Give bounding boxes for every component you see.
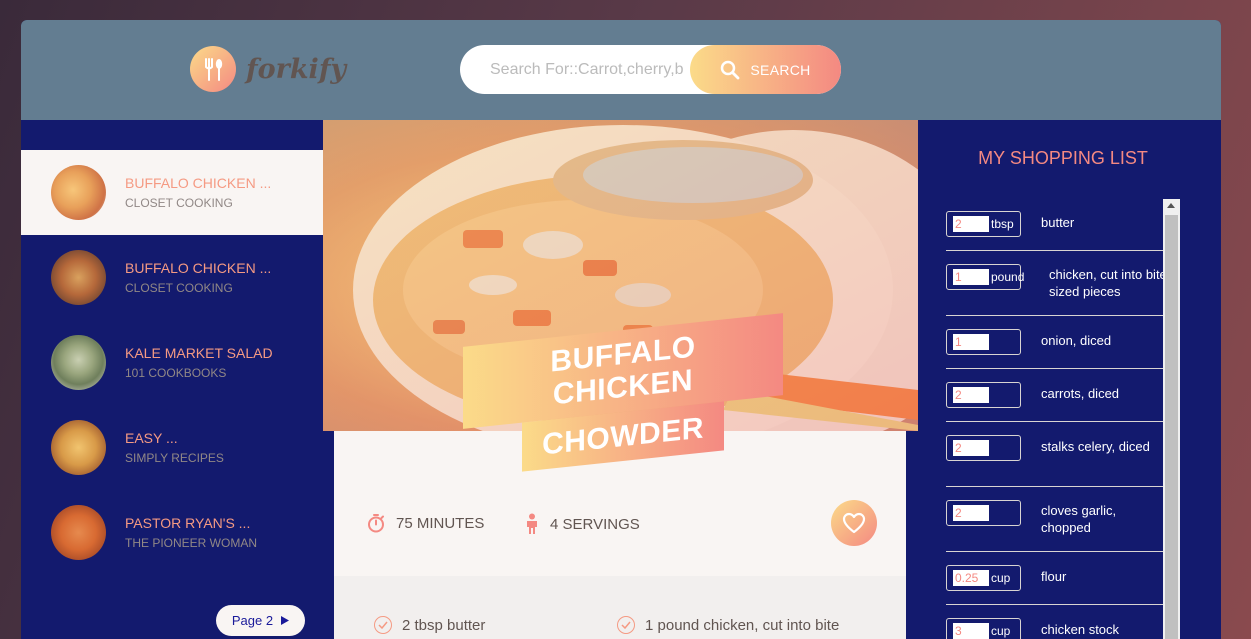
shopping-item: pound chicken, cut into bite sized piece… [946, 251, 1164, 316]
result-thumbnail [51, 420, 106, 475]
result-author: 101 COOKBOOKS [125, 366, 227, 380]
result-title: PASTOR RYAN'S ... [125, 515, 251, 531]
qty-box: pound [946, 264, 1025, 290]
result-author: CLOSET COOKING [125, 281, 233, 295]
shopping-item-desc: chicken, cut into bite sized pieces [1049, 267, 1164, 299]
qty-box: cup [946, 565, 1021, 591]
result-title: BUFFALO CHICKEN ... [125, 260, 272, 276]
shopping-item: stalks celery, diced [946, 422, 1164, 487]
result-thumbnail [51, 335, 106, 390]
recipe-panel: BUFFALO CHICKEN CHOWDER 75 MINUTES 4 SER… [323, 120, 918, 639]
ingredient-item: 2 tbsp butter [374, 616, 485, 634]
result-item[interactable]: PASTOR RYAN'S ... THE PIONEER WOMAN [21, 490, 323, 575]
result-author: CLOSET COOKING [125, 196, 233, 210]
recipe-servings-unit: SERVINGS [562, 515, 640, 533]
shopping-item-desc: cloves garlic, chopped [1041, 503, 1117, 535]
search-button-label: SEARCH [750, 61, 811, 78]
qty-input[interactable] [953, 505, 989, 521]
search-button[interactable]: SEARCH [690, 45, 841, 94]
result-title: KALE MARKET SALAD [125, 345, 273, 361]
result-author: THE PIONEER WOMAN [125, 536, 258, 550]
qty-unit: cup [991, 571, 1011, 585]
shopping-item: cloves garlic, chopped [946, 487, 1164, 552]
heart-icon [842, 512, 866, 534]
shopping-item: onion, diced [946, 316, 1164, 369]
qty-input[interactable] [953, 334, 989, 350]
qty-box [946, 329, 1021, 355]
scroll-up-icon[interactable] [1167, 203, 1175, 208]
stopwatch-icon [368, 514, 384, 533]
qty-unit: tbsp [991, 217, 1014, 231]
like-button[interactable] [831, 500, 877, 546]
qty-box [946, 500, 1021, 526]
next-page-label: Page 2 [231, 613, 274, 628]
recipe-time-value: 75 [396, 514, 413, 532]
search-input[interactable] [460, 45, 700, 94]
logo[interactable]: forkify [190, 46, 346, 92]
shopping-item: cup chicken stock [946, 605, 1164, 639]
search-icon [721, 60, 740, 79]
result-item[interactable]: BUFFALO CHICKEN ... CLOSET COOKING [21, 235, 323, 320]
result-item[interactable]: KALE MARKET SALAD 101 COOKBOOKS [21, 320, 323, 405]
result-item[interactable]: BUFFALO CHICKEN ... CLOSET COOKING [21, 150, 323, 235]
qty-input[interactable] [953, 216, 989, 232]
scroll-thumb[interactable] [1165, 215, 1178, 639]
shopping-list-scrollbar[interactable] [1163, 199, 1180, 639]
shopping-item-desc: butter [1041, 215, 1075, 230]
result-thumbnail [51, 250, 106, 305]
shopping-item: cup flour [946, 552, 1164, 605]
shopping-item-desc: carrots, diced [1041, 386, 1120, 401]
qty-input[interactable] [953, 387, 989, 403]
qty-input[interactable] [953, 269, 989, 285]
ingredient-item: 1 pound chicken, cut into bite [617, 616, 839, 634]
recipe-time: 75 MINUTES [366, 513, 484, 533]
qty-box: cup [946, 618, 1021, 639]
qty-box [946, 435, 1021, 461]
shopping-item-desc: chicken stock [1041, 622, 1120, 637]
shopping-item: carrots, diced [946, 369, 1164, 422]
check-icon [374, 616, 392, 634]
fork-spoon-icon [190, 46, 236, 92]
ingredient-text: 2 tbsp butter [402, 616, 486, 634]
result-title: BUFFALO CHICKEN ... [125, 175, 272, 191]
triangle-right-icon [281, 616, 290, 625]
result-thumbnail [51, 505, 106, 560]
result-author: SIMPLY RECIPES [125, 451, 224, 465]
shopping-item-desc: stalks celery, diced [1041, 439, 1150, 454]
search-results: BUFFALO CHICKEN ... CLOSET COOKING BUFFA… [21, 120, 335, 639]
recipe-time-unit: MINUTES [416, 514, 485, 532]
app-window: forkify SEARCH BUFFALO CHICKEN ... CLOSE… [21, 20, 1221, 639]
shopping-item-desc: flour [1041, 569, 1067, 584]
shopping-list-panel: MY SHOPPING LIST tbsp butter pound chick… [918, 120, 1221, 639]
shopping-list: tbsp butter pound chicken, cut into bite… [946, 199, 1164, 639]
shopping-item-desc: onion, diced [1041, 333, 1112, 348]
result-title: EASY ... [125, 430, 178, 446]
qty-box [946, 382, 1021, 408]
shopping-list-title: MY SHOPPING LIST [978, 148, 1148, 168]
qty-box: tbsp [946, 211, 1021, 237]
shopping-item: tbsp butter [946, 199, 1164, 251]
result-item[interactable]: EASY ... SIMPLY RECIPES [21, 405, 323, 490]
qty-input[interactable] [953, 570, 989, 586]
recipe-servings: 4 SERVINGS [524, 513, 640, 535]
person-icon [527, 513, 537, 534]
qty-unit: pound [991, 270, 1025, 284]
qty-input[interactable] [953, 623, 989, 639]
next-page-button[interactable]: Page 2 [216, 605, 305, 636]
check-icon [617, 616, 635, 634]
qty-unit: cup [991, 624, 1011, 638]
logo-text: forkify [246, 53, 347, 85]
ingredient-list: 2 tbsp butter 1 pound chicken, cut into … [334, 576, 906, 639]
recipe-servings-value: 4 [550, 515, 559, 533]
qty-input[interactable] [953, 440, 989, 456]
result-thumbnail [51, 165, 106, 220]
ingredient-text: 1 pound chicken, cut into bite [645, 616, 840, 634]
header: forkify SEARCH [21, 20, 1221, 120]
search-form: SEARCH [460, 45, 841, 94]
